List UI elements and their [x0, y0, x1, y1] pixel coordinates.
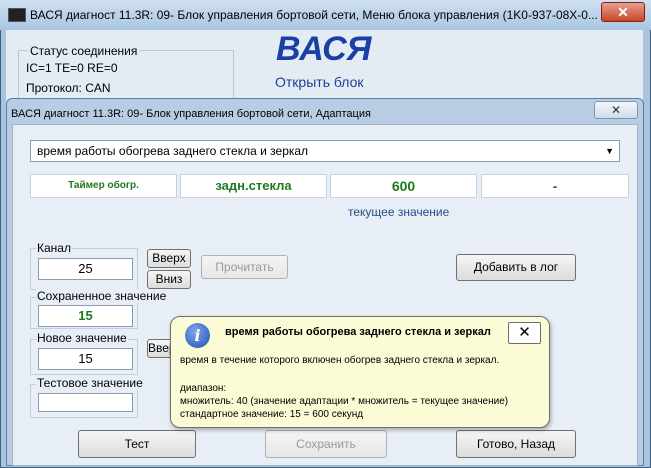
new-value-label: Новое значение [36, 331, 128, 345]
new-value-input[interactable]: 15 [38, 348, 133, 370]
dialog-title: ВАСЯ диагност 11.3R: 09- Блок управления… [11, 108, 371, 120]
tooltip-close-button[interactable]: ✕ [508, 322, 541, 344]
read-button[interactable]: Прочитать [201, 255, 288, 279]
add-to-log-button[interactable]: Добавить в лог [456, 254, 576, 281]
main-window-close-button[interactable]: ✕ [601, 2, 645, 22]
open-block-link[interactable]: Открыть блок [275, 74, 364, 90]
dropdown-arrow-icon[interactable]: ▼ [605, 141, 614, 161]
function-select[interactable]: время работы обогрева заднего стекла и з… [30, 140, 620, 162]
status-counters: IC=1 TE=0 RE=0 [26, 61, 118, 75]
tooltip-line-2: диапазон: [180, 383, 227, 394]
saved-value-field: 15 [38, 305, 133, 327]
save-button[interactable]: Сохранить [265, 430, 387, 458]
channel-down-button[interactable]: Вниз [147, 270, 191, 289]
main-window-title: ВАСЯ диагност 11.3R: 09- Блок управления… [30, 8, 598, 22]
brand-logo: ВАСЯ [276, 30, 372, 68]
connection-status-label: Статус соединения [28, 44, 140, 58]
tooltip-title: время работы обогрева заднего стекла и з… [225, 326, 491, 338]
test-value-input[interactable] [38, 393, 133, 412]
done-back-button[interactable]: Готово, Назад [456, 430, 576, 458]
channel-input[interactable]: 25 [38, 258, 133, 280]
main-window-titlebar[interactable]: ВАСЯ диагност 11.3R: 09- Блок управления… [0, 0, 651, 30]
channel-up-button[interactable]: Вверх [147, 249, 191, 268]
value-cell-2: задн.стекла [180, 174, 327, 198]
test-button[interactable]: Тест [78, 430, 196, 458]
test-value-label: Тестовое значение [36, 376, 144, 390]
tooltip-line-4: стандартное значение: 15 = 600 секунд [180, 409, 364, 420]
value-cell-4: - [481, 174, 629, 198]
tooltip-line-1: время в течение которого включен обогрев… [180, 355, 500, 366]
value-cell-3: 600 [330, 174, 477, 198]
protocol-label: Протокол: CAN [26, 81, 111, 95]
info-icon: i [185, 323, 210, 348]
dialog-close-button[interactable]: ✕ [594, 101, 638, 119]
current-value-label: текущее значение [348, 205, 450, 219]
app-icon [8, 8, 26, 22]
function-select-value: время работы обогрева заднего стекла и з… [37, 144, 309, 158]
tooltip-line-3: множитель: 40 (значение адаптации * множ… [180, 396, 509, 407]
saved-value-label: Сохраненное значение [36, 289, 168, 303]
channel-label: Канал [36, 241, 72, 255]
value-cell-1: Таймер обогр. [30, 174, 177, 198]
